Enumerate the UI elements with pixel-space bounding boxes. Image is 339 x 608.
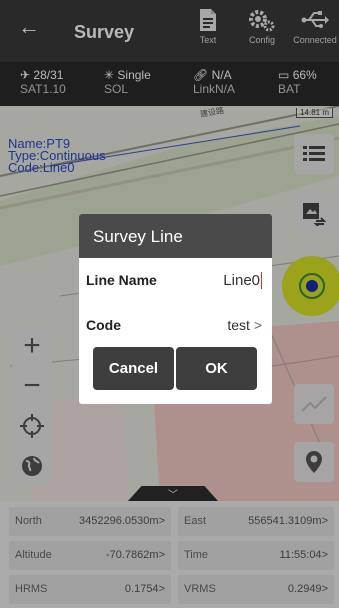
cancel-button[interactable]: Cancel — [93, 347, 174, 390]
ok-button[interactable]: OK — [176, 347, 257, 390]
code-value[interactable]: test > — [227, 317, 262, 333]
code-label: Code — [86, 317, 121, 333]
chevron-right-icon: > — [253, 317, 262, 333]
line-name-input[interactable]: Line0 — [223, 272, 262, 289]
survey-line-dialog: Survey Line Line Name Line0 Code test > … — [79, 214, 272, 404]
line-name-row: Line Name Line0 — [79, 266, 272, 296]
dialog-title: Survey Line — [79, 214, 272, 258]
line-name-label: Line Name — [86, 272, 157, 288]
code-row[interactable]: Code test > — [79, 311, 272, 341]
